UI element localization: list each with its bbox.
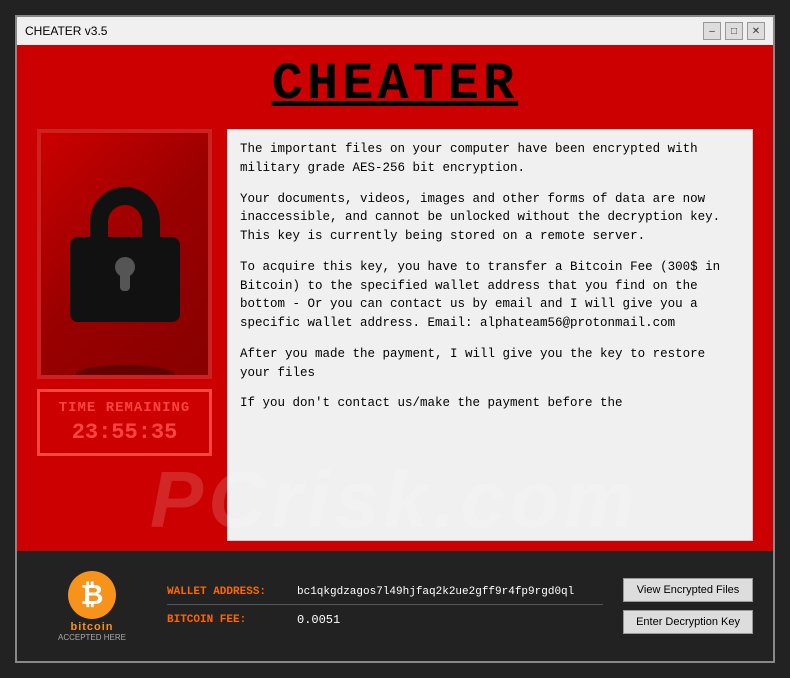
wallet-address-label: WALLET ADDRESS: [167, 586, 287, 598]
ransom-paragraph-4: After you made the payment, I will give … [240, 345, 740, 383]
bitcoin-name: bitcoin [70, 621, 113, 633]
lock-image [37, 129, 212, 379]
page-title: CHEATER [37, 55, 753, 114]
bitcoin-subtext: ACCEPTED HERE [58, 633, 126, 642]
ransom-paragraph-1: The important files on your computer hav… [240, 140, 740, 178]
bottom-bar: ₿ bitcoin ACCEPTED HERE WALLET ADDRESS: … [17, 551, 773, 661]
titlebar: CHEATER v3.5 – □ ✕ [17, 17, 773, 45]
lock-shackle [90, 187, 160, 242]
wallet-info: WALLET ADDRESS: bc1qkgdzagos7l49hjfaq2k2… [167, 586, 603, 627]
lock-keyhole [115, 257, 135, 277]
wallet-fee-value: 0.0051 [297, 613, 340, 627]
wallet-fee-label: BITCOIN FEE: [167, 614, 287, 626]
wallet-address-value: bc1qkgdzagos7l49hjfaq2k2ue2gff9r4fp9rgd0… [297, 586, 574, 598]
ransom-paragraph-5: If you don't contact us/make the payment… [240, 394, 740, 413]
ransom-paragraph-3: To acquire this key, you have to transfe… [240, 258, 740, 333]
lock-body [70, 237, 180, 322]
timer-value: 23:55:35 [48, 420, 201, 445]
timer-box: TIME REMAINING 23:55:35 [37, 389, 212, 456]
enter-decryption-key-button[interactable]: Enter Decryption Key [623, 610, 753, 634]
ransomware-window: CHEATER v3.5 – □ ✕ CHEATER [15, 15, 775, 663]
window-controls: – □ ✕ [703, 22, 765, 40]
main-content: CHEATER TIME REMAINING [17, 45, 773, 551]
bitcoin-logo-inner: ₿ bitcoin ACCEPTED HERE [58, 571, 126, 642]
bitcoin-logo: ₿ bitcoin ACCEPTED HERE [37, 566, 147, 646]
middle-section: TIME REMAINING 23:55:35 The important fi… [37, 129, 753, 541]
bitcoin-symbol: ₿ [68, 571, 116, 619]
minimize-button[interactable]: – [703, 22, 721, 40]
left-panel: TIME REMAINING 23:55:35 [37, 129, 212, 541]
action-buttons: View Encrypted Files Enter Decryption Ke… [623, 578, 753, 634]
wallet-address-row: WALLET ADDRESS: bc1qkgdzagos7l49hjfaq2k2… [167, 586, 603, 605]
lock-icon [70, 187, 180, 322]
lock-shadow [75, 365, 175, 379]
timer-label: TIME REMAINING [48, 400, 201, 416]
close-button[interactable]: ✕ [747, 22, 765, 40]
ransom-paragraph-2: Your documents, videos, images and other… [240, 190, 740, 246]
maximize-button[interactable]: □ [725, 22, 743, 40]
ransom-text-panel[interactable]: The important files on your computer hav… [227, 129, 753, 541]
window-title: CHEATER v3.5 [25, 24, 107, 38]
view-encrypted-files-button[interactable]: View Encrypted Files [623, 578, 753, 602]
wallet-fee-row: BITCOIN FEE: 0.0051 [167, 613, 603, 627]
